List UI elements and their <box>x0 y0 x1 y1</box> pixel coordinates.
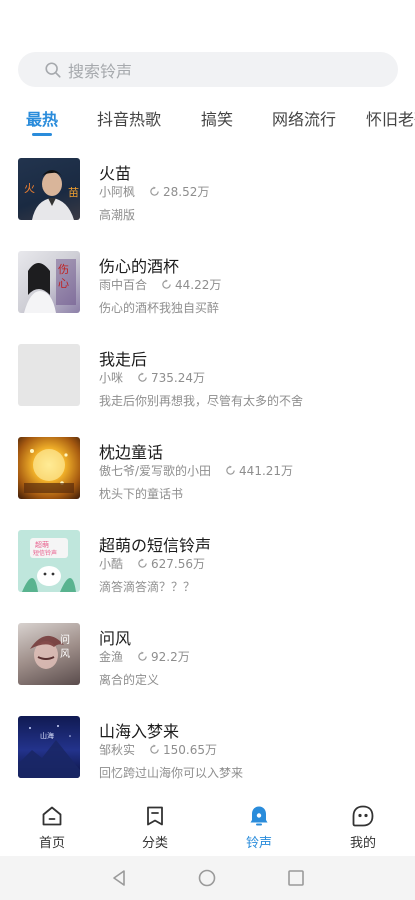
search-bar[interactable]: 搜索铃声 <box>18 52 398 87</box>
cover-image-placeholder <box>18 344 80 406</box>
svg-text:伤: 伤 <box>58 263 69 276</box>
nav-ringtone[interactable]: 铃声 <box>229 804 289 851</box>
ringtone-description: 离合的定义 <box>99 673 160 687</box>
list-item[interactable]: 问 风 问风 金渔 92.2万 离合的定义 <box>0 615 415 707</box>
svg-text:超萌: 超萌 <box>35 540 49 549</box>
profile-face-icon <box>352 805 374 827</box>
play-count: 44.22万 <box>175 278 222 292</box>
play-count: 441.21万 <box>239 464 294 478</box>
artist-name: 金渔 <box>99 650 124 664</box>
play-count-icon <box>150 186 159 196</box>
ringtone-description: 枕头下的童话书 <box>99 487 184 501</box>
nav-label-category: 分类 <box>141 836 168 851</box>
list-item[interactable]: 超萌 短信铃声 超萌の短信铃声 小酷 627.56万 滴答滴答滴？？？ <box>0 522 415 614</box>
nav-label-home: 首页 <box>38 836 65 851</box>
ringtone-description: 高潮版 <box>99 208 136 222</box>
cover-image: 超萌 短信铃声 <box>18 530 80 592</box>
nav-category[interactable]: 分类 <box>125 804 185 851</box>
list-item[interactable]: 伤 心 伤心的酒杯 雨中百合 44.22万 伤心的酒杯我独自买醉 <box>0 243 415 335</box>
play-count: 28.52万 <box>163 185 210 199</box>
ringtone-title: 火苗 <box>99 164 132 183</box>
play-count: 627.56万 <box>151 557 206 571</box>
search-icon <box>45 61 61 78</box>
cover-image: 伤 心 <box>18 251 80 313</box>
home-icon <box>42 806 62 826</box>
artist-name: 邹秋实 <box>99 743 136 757</box>
tab-internet-popular[interactable]: 网络流行 <box>272 106 336 130</box>
tab-oldies[interactable]: 怀旧老歌 <box>366 106 415 130</box>
ringtone-title: 枕边童话 <box>99 443 164 462</box>
play-count-icon <box>150 744 159 754</box>
cover-image: 火 苗 <box>18 158 80 220</box>
active-tab-indicator <box>32 133 52 136</box>
svg-text:火: 火 <box>24 182 35 195</box>
nav-home[interactable]: 首页 <box>22 804 82 851</box>
cover-image <box>18 437 80 499</box>
artist-name: 小咪 <box>99 371 124 385</box>
tab-hottest[interactable]: 最热 <box>26 106 58 130</box>
play-count-icon <box>138 651 147 661</box>
bookmark-icon <box>147 806 163 826</box>
artist-name: 小酷 <box>99 557 124 571</box>
list-item[interactable]: 山海 山海入梦来 邹秋实 150.65万 回忆跨过山海你可以入梦来 <box>0 708 415 800</box>
back-triangle-icon[interactable] <box>109 868 129 888</box>
list-item[interactable]: 火 苗 火苗 小阿枫 28.52万 高潮版 <box>0 150 415 242</box>
nav-label-ringtone: 铃声 <box>245 836 272 851</box>
bell-icon <box>250 806 268 826</box>
play-count-icon <box>138 558 147 568</box>
svg-text:山海: 山海 <box>40 731 54 740</box>
svg-text:问: 问 <box>60 633 70 646</box>
ringtone-title: 伤心的酒杯 <box>99 257 180 276</box>
play-count-icon <box>162 279 171 289</box>
svg-text:苗: 苗 <box>68 186 79 199</box>
recents-square-icon[interactable] <box>286 868 306 888</box>
system-nav-bar <box>0 856 415 900</box>
tab-douyin-hits[interactable]: 抖音热歌 <box>97 106 161 130</box>
svg-text:心: 心 <box>58 277 69 290</box>
play-count: 92.2万 <box>151 650 190 664</box>
artist-name: 傲七爷/爱写歌的小田 <box>99 464 212 478</box>
play-count: 150.65万 <box>163 743 218 757</box>
ringtone-title: 山海入梦来 <box>99 722 180 741</box>
cover-image: 山海 <box>18 716 80 778</box>
tab-funny[interactable]: 搞笑 <box>201 106 233 130</box>
category-tabs: 最热 抖音热歌 搞笑 网络流行 怀旧老歌 <box>0 100 415 140</box>
nav-mine[interactable]: 我的 <box>333 804 393 851</box>
search-placeholder: 搜索铃声 <box>68 61 133 81</box>
cover-image: 问 风 <box>18 623 80 685</box>
ringtone-title: 我走后 <box>99 350 148 369</box>
nav-label-mine: 我的 <box>349 836 376 851</box>
list-item[interactable]: 我走后 小咪 735.24万 我走后你别再想我，尽管有太多的不舍 <box>0 336 415 428</box>
ringtone-description: 回忆跨过山海你可以入梦来 <box>99 766 244 780</box>
play-count-icon <box>138 372 147 382</box>
home-circle-icon[interactable] <box>197 868 217 888</box>
ringtone-description: 伤心的酒杯我独自买醉 <box>99 301 220 315</box>
ringtone-title: 问风 <box>99 629 132 648</box>
ringtone-title: 超萌の短信铃声 <box>99 536 212 555</box>
bottom-nav: 首页 分类 铃声 我的 <box>0 800 415 856</box>
play-count-icon <box>226 465 235 475</box>
svg-text:风: 风 <box>60 648 70 660</box>
artist-name: 雨中百合 <box>99 278 148 292</box>
list-item[interactable]: 枕边童话 傲七爷/爱写歌的小田 441.21万 枕头下的童话书 <box>0 429 415 521</box>
artist-name: 小阿枫 <box>99 185 136 199</box>
ringtone-description: 我走后你别再想我，尽管有太多的不舍 <box>99 394 304 408</box>
play-count: 735.24万 <box>151 371 206 385</box>
ringtone-description: 滴答滴答滴？？？ <box>99 580 196 594</box>
svg-text:短信铃声: 短信铃声 <box>33 549 57 557</box>
